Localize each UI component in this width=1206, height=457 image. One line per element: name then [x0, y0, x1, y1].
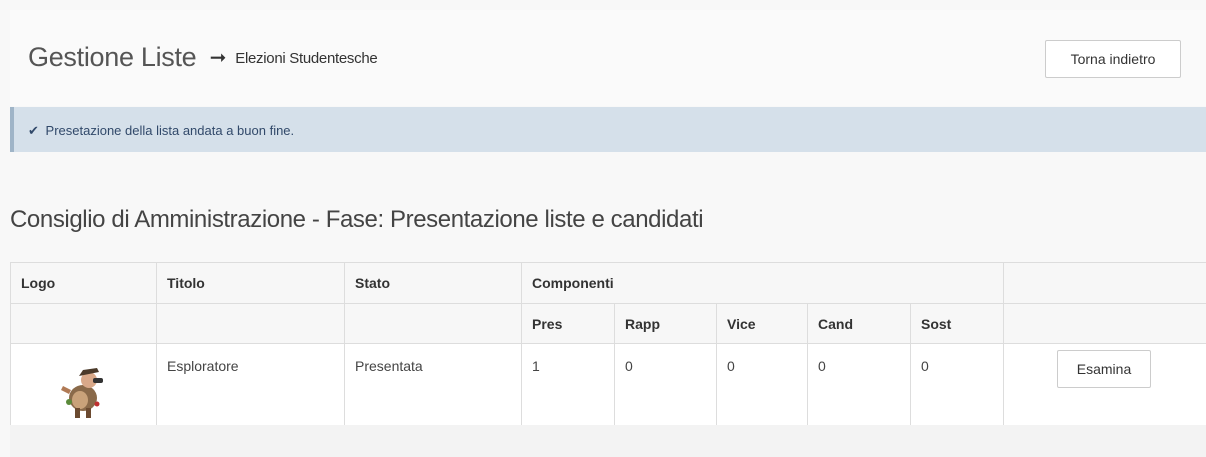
subheader-empty [10, 303, 157, 344]
explorer-figure-icon [52, 360, 115, 422]
arrow-right-icon: ➞ [209, 47, 227, 69]
cell-sost: 0 [910, 343, 1004, 426]
action-cell: Esamina [1003, 343, 1206, 426]
table-row: Esploratore Presentata 1 0 0 0 0 Esamina [10, 343, 1206, 426]
section-title: Consiglio di Amministrazione - Fase: Pre… [10, 206, 704, 233]
examine-button[interactable]: Esamina [1057, 350, 1151, 388]
header-actions [1003, 262, 1206, 304]
cell-vice: 0 [716, 343, 808, 426]
header-sost: Sost [910, 303, 1004, 344]
cell-titolo: Esploratore [156, 343, 345, 426]
header-titolo: Titolo [156, 262, 345, 304]
explorer-figure-logo [52, 360, 115, 422]
header-cand: Cand [807, 303, 911, 344]
subheader-empty [1003, 303, 1206, 344]
alert-message: Presetazione della lista andata a buon f… [45, 123, 295, 138]
page-header: Gestione Liste ➞ Elezioni Studentesche T… [10, 10, 1206, 106]
page-title: Gestione Liste ➞ Elezioni Studentesche [28, 42, 378, 73]
header-componenti: Componenti [521, 262, 1004, 304]
cell-pres: 1 [521, 343, 615, 426]
lists-table: Logo Titolo Stato Componenti Pres Rapp V… [10, 262, 1206, 426]
cell-rapp: 0 [614, 343, 717, 426]
success-alert: ✔ Presetazione della lista andata a buon… [10, 107, 1206, 152]
header-logo: Logo [10, 262, 157, 304]
cell-stato: Presentata [344, 343, 522, 426]
header-pres: Pres [521, 303, 615, 344]
cell-cand: 0 [807, 343, 911, 426]
header-rapp: Rapp [614, 303, 717, 344]
header-vice: Vice [716, 303, 808, 344]
subheader-empty [156, 303, 345, 344]
check-icon: ✔ [28, 123, 39, 138]
page-footer-area [10, 425, 1206, 457]
page-subtitle: Elezioni Studentesche [235, 50, 378, 67]
header-stato: Stato [344, 262, 522, 304]
page-title-main: Gestione Liste [28, 42, 197, 72]
logo-cell [10, 343, 157, 426]
subheader-empty [344, 303, 522, 344]
back-button[interactable]: Torna indietro [1045, 40, 1181, 78]
